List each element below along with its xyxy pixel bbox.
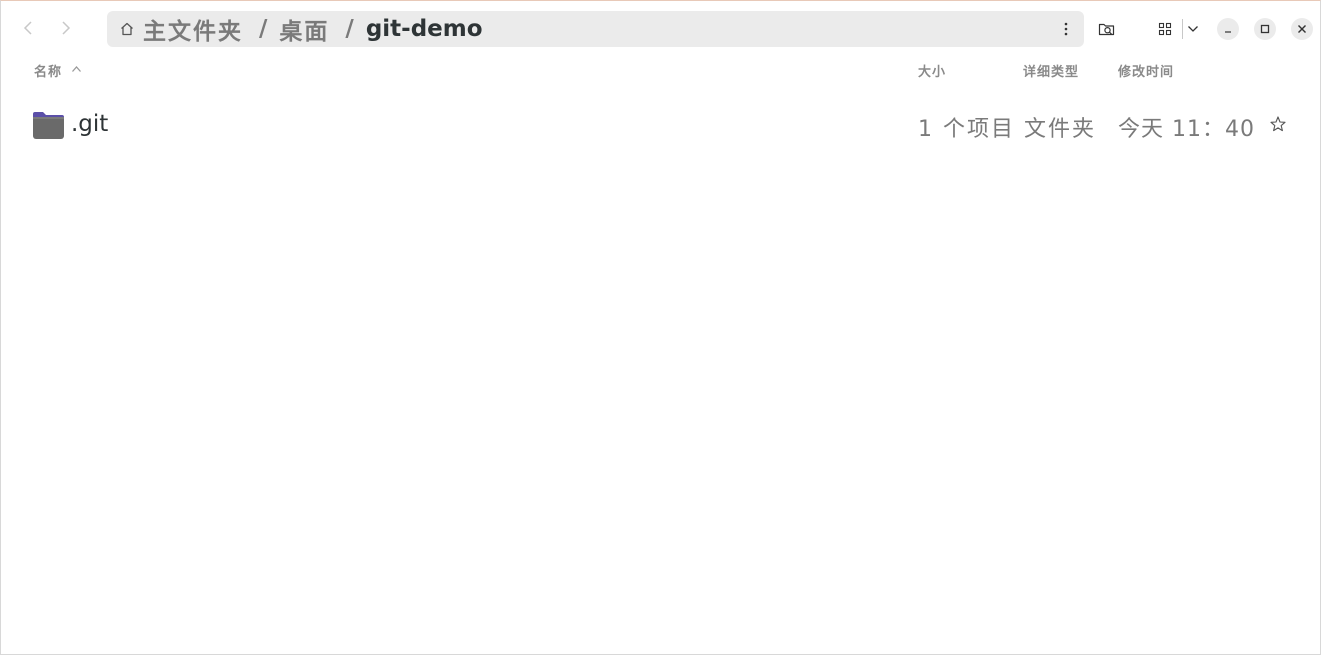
chevron-left-icon (23, 21, 32, 35)
minimize-icon (1225, 31, 1231, 33)
column-modified-header[interactable]: 修改时间 (1118, 61, 1174, 80)
forward-button[interactable] (51, 13, 81, 43)
view-options-button[interactable] (1179, 15, 1207, 43)
close-icon (1298, 25, 1306, 33)
column-type-header[interactable]: 详细类型 (1023, 61, 1079, 80)
maximize-icon (1260, 24, 1270, 34)
chevron-down-icon (1188, 26, 1198, 32)
minimize-button[interactable] (1217, 18, 1239, 40)
maximize-button[interactable] (1254, 18, 1276, 40)
file-size: 1 个项目 (918, 117, 1015, 142)
column-name-header[interactable]: 名称 (34, 61, 62, 80)
header-bar: 主文件夹 / 桌面 / git-demo (1, 1, 1320, 57)
star-icon[interactable] (1269, 115, 1287, 133)
file-type: 文件夹 (1024, 117, 1097, 142)
breadcrumb-separator: / (259, 16, 268, 42)
column-header: 名称 大小 详细类型 修改时间 (1, 61, 1320, 81)
folder-icon (33, 112, 64, 139)
search-folder-icon (1098, 23, 1115, 36)
file-name: .git (71, 111, 109, 137)
sort-ascending-icon (72, 66, 81, 72)
home-icon[interactable] (119, 21, 135, 37)
breadcrumb-desktop[interactable]: 桌面 (279, 12, 329, 46)
file-modified: 今天 11：40 (1118, 117, 1255, 142)
breadcrumb-home[interactable]: 主文件夹 (143, 12, 243, 46)
close-button[interactable] (1291, 18, 1313, 40)
search-button[interactable] (1093, 15, 1121, 43)
column-size-header[interactable]: 大小 (918, 61, 946, 80)
file-row[interactable]: .git 1 个项目 文件夹 今天 11：40 (21, 101, 1301, 149)
path-bar[interactable]: 主文件夹 / 桌面 / git-demo (107, 11, 1084, 47)
more-vertical-icon (1064, 22, 1068, 36)
breadcrumb-current[interactable]: git-demo (366, 16, 483, 42)
file-manager-window: 主文件夹 / 桌面 / git-demo 名称 大小 详细类型 修改时间 .gi… (0, 0, 1321, 655)
back-button[interactable] (13, 13, 43, 43)
view-grid-button[interactable] (1151, 15, 1179, 43)
path-menu-button[interactable] (1058, 19, 1074, 39)
breadcrumb-separator: / (345, 16, 354, 42)
chevron-right-icon (62, 21, 71, 35)
grid-icon (1158, 22, 1172, 36)
